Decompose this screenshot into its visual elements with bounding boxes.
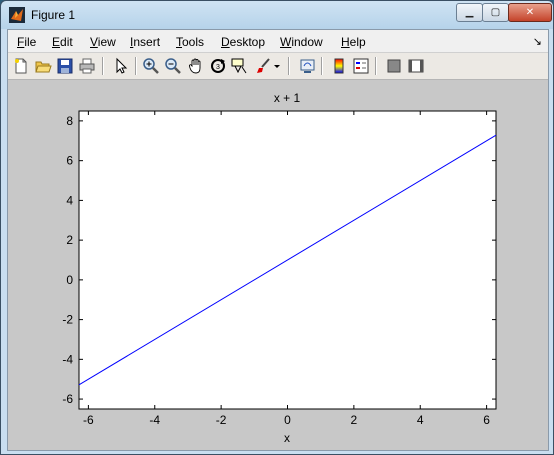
- x-axis-label: x: [284, 431, 290, 445]
- open-file-icon[interactable]: [34, 57, 52, 75]
- brush-icon[interactable]: [255, 57, 273, 75]
- x-tick-label: 2: [351, 413, 358, 427]
- maximize-icon: ▢: [490, 7, 501, 18]
- menu-file[interactable]: File: [17, 35, 36, 49]
- show-plot-tools-icon[interactable]: [407, 57, 425, 75]
- zoom-out-icon[interactable]: [164, 57, 182, 75]
- plot-title: x + 1: [274, 91, 301, 105]
- y-tick-label: -4: [62, 352, 73, 366]
- zoom-in-icon[interactable]: [142, 57, 160, 75]
- x-tick-label: 0: [284, 413, 291, 427]
- toolbar-separator: [321, 57, 323, 75]
- x-tick-label: -2: [216, 413, 227, 427]
- menu-view[interactable]: View: [90, 35, 116, 49]
- figure-toolbar: 3: [8, 53, 548, 80]
- menu-window[interactable]: Window: [280, 35, 323, 49]
- menu-tools[interactable]: Tools: [176, 35, 204, 49]
- figure-client-area: File Edit View Insert Tools Desktop Wind…: [7, 29, 549, 451]
- x-tick-label: -4: [149, 413, 160, 427]
- edit-plot-arrow-icon[interactable]: [112, 57, 130, 75]
- plot-svg: -6 -4 -2 0 2 4 6 -6 -4 -2 0 2 4 6 8 x + 1 x: [62, 91, 497, 445]
- menu-edit[interactable]: Edit: [52, 35, 73, 49]
- y-tick-label: 0: [66, 273, 73, 287]
- y-tick-label: 2: [66, 233, 73, 247]
- x-tick-label: 6: [483, 413, 490, 427]
- data-cursor-icon[interactable]: [231, 57, 249, 75]
- toolbar-separator: [375, 57, 377, 75]
- brush-dropdown-icon[interactable]: [273, 57, 281, 75]
- dock-arrow-icon[interactable]: ↘: [533, 35, 542, 48]
- x-tick-label: -6: [83, 413, 94, 427]
- menu-desktop[interactable]: Desktop: [221, 35, 265, 49]
- toolbar-separator: [135, 57, 137, 75]
- pan-hand-icon[interactable]: [187, 57, 205, 75]
- link-plot-icon[interactable]: [299, 57, 317, 75]
- x-tick-label: 4: [417, 413, 424, 427]
- hide-plot-tools-icon[interactable]: [385, 57, 403, 75]
- print-icon[interactable]: [78, 57, 96, 75]
- maximize-button[interactable]: ▢: [482, 3, 509, 22]
- window-title: Figure 1: [31, 8, 76, 22]
- svg-text:3: 3: [216, 64, 220, 71]
- toolbar-separator: [102, 57, 104, 75]
- save-icon[interactable]: [56, 57, 74, 75]
- y-tick-label: -2: [62, 313, 73, 327]
- y-tick-label: 8: [66, 114, 73, 128]
- figure-canvas: -6 -4 -2 0 2 4 6 -6 -4 -2 0 2 4 6 8 x + 1 x: [8, 80, 548, 450]
- close-icon: ✕: [525, 7, 535, 18]
- rotate-3d-icon[interactable]: 3: [209, 57, 227, 75]
- figure-window: Figure 1 ▁ ▢ ✕ File Edit View Insert Too…: [0, 0, 554, 455]
- minimize-button[interactable]: ▁: [456, 3, 483, 22]
- y-tick-label: -6: [62, 392, 73, 406]
- close-button[interactable]: ✕: [508, 3, 552, 22]
- matlab-logo-icon: [9, 7, 25, 23]
- menu-bar: File Edit View Insert Tools Desktop Wind…: [8, 30, 548, 53]
- legend-icon[interactable]: [352, 57, 370, 75]
- y-tick-label: 4: [66, 193, 73, 207]
- minimize-icon: ▁: [465, 7, 474, 18]
- toolbar-separator: [288, 57, 290, 75]
- title-bar[interactable]: Figure 1 ▁ ▢ ✕: [1, 1, 553, 29]
- y-tick-label: 6: [66, 154, 73, 168]
- colorbar-icon[interactable]: [330, 57, 348, 75]
- menu-help[interactable]: Help: [341, 35, 366, 49]
- new-figure-icon[interactable]: [12, 57, 30, 75]
- menu-insert[interactable]: Insert: [130, 35, 160, 49]
